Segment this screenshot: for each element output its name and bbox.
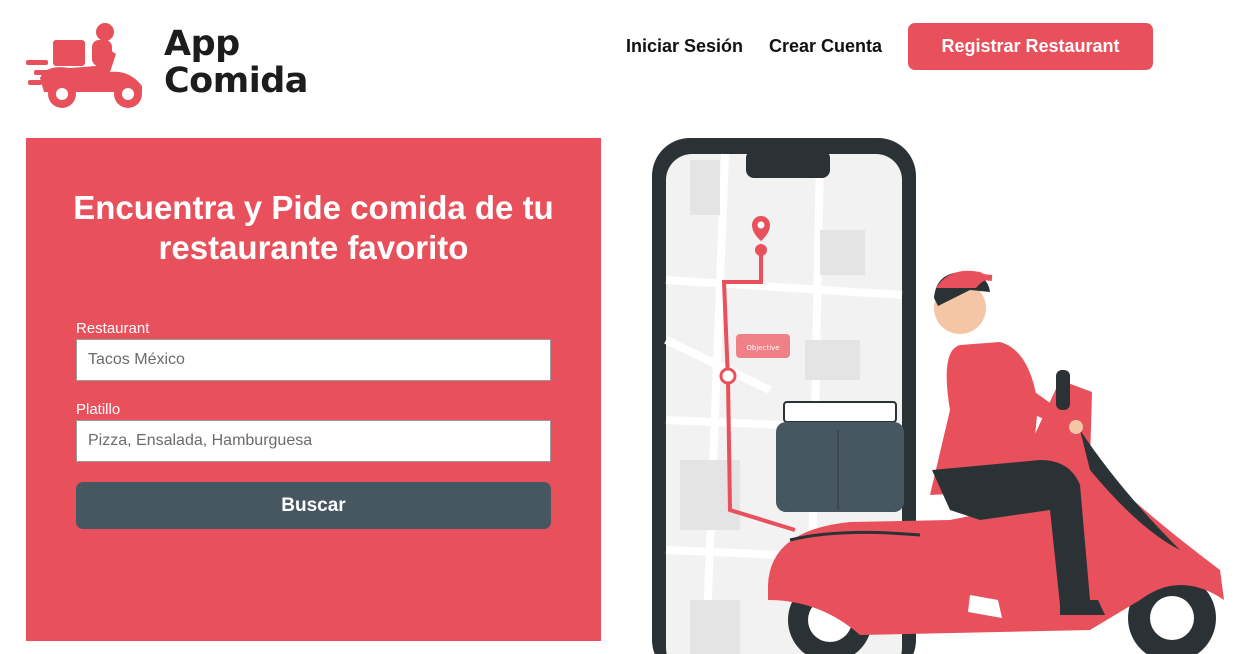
brand-name: App Comida bbox=[164, 26, 308, 100]
restaurant-input[interactable] bbox=[76, 339, 551, 381]
dish-label: Platillo bbox=[76, 401, 121, 418]
hero-headline: Encuentra y Pide comida de tu restaurant… bbox=[73, 189, 554, 266]
brand-name-line2: Comida bbox=[164, 61, 308, 101]
dish-input[interactable] bbox=[76, 420, 551, 462]
restaurant-label: Restaurant bbox=[76, 320, 150, 337]
brand-name-line1: App bbox=[164, 24, 240, 64]
hero-search-panel: Encuentra y Pide comida de tu restaurant… bbox=[26, 138, 601, 641]
create-account-link[interactable]: Crear Cuenta bbox=[769, 36, 882, 57]
delivery-scooter-icon bbox=[26, 23, 142, 108]
map-bubble-text: Objective bbox=[746, 344, 779, 352]
brand-logo[interactable]: App Comida bbox=[26, 20, 336, 112]
delivery-rider-illustration: Objective bbox=[652, 138, 1224, 654]
register-restaurant-button[interactable]: Registrar Restaurant bbox=[908, 23, 1153, 70]
search-button[interactable]: Buscar bbox=[76, 482, 551, 529]
login-link[interactable]: Iniciar Sesión bbox=[626, 36, 743, 57]
